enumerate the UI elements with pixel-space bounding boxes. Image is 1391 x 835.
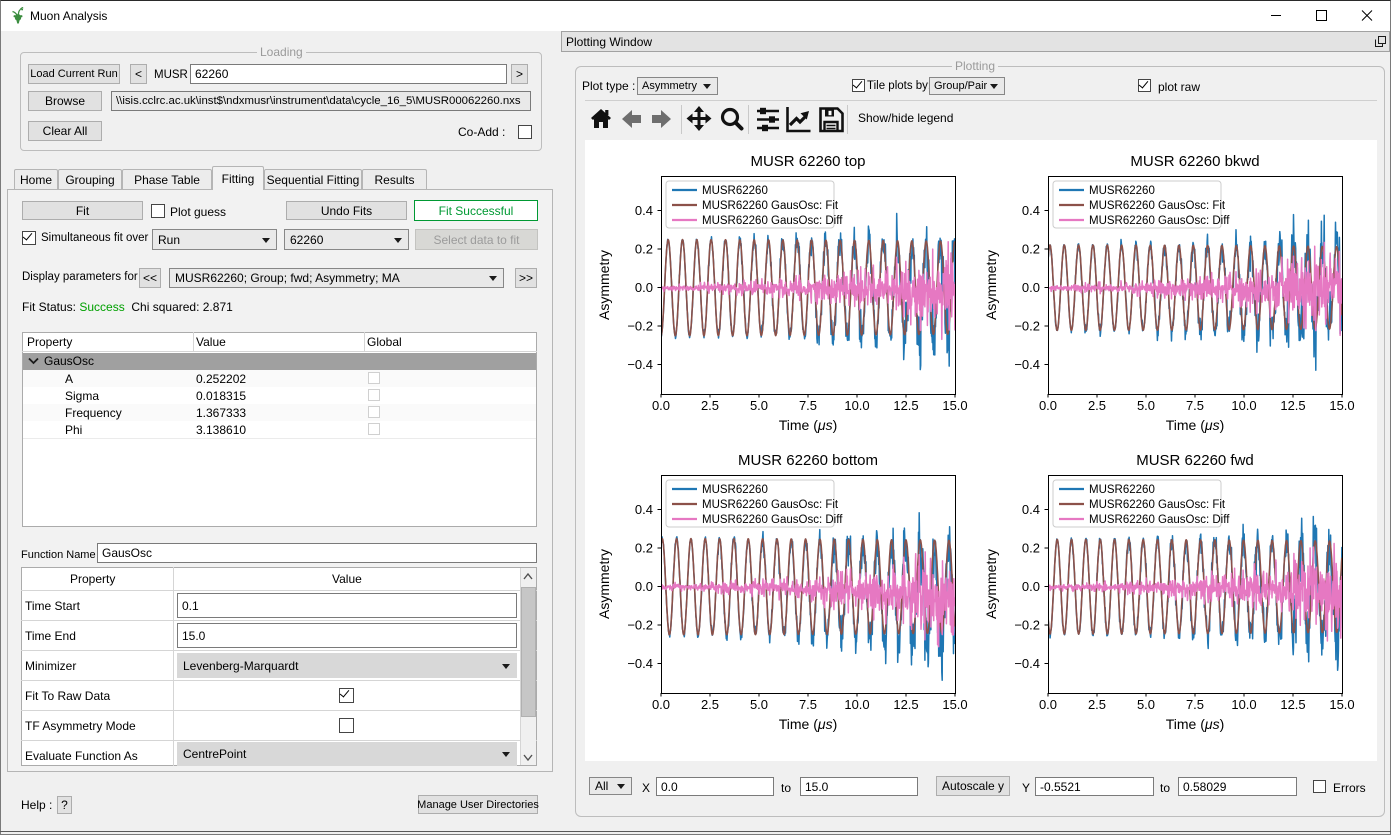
svg-text:−0.4: −0.4 [1014, 656, 1040, 671]
svg-text:0.0: 0.0 [1039, 398, 1057, 413]
svg-text:10.0: 10.0 [1231, 398, 1256, 413]
svg-text:MUSR62260 GausOsc: Fit: MUSR62260 GausOsc: Fit [1089, 499, 1226, 511]
svg-text:Time (μs): Time (μs) [1166, 716, 1225, 732]
svg-text:5.0: 5.0 [750, 697, 768, 712]
svg-text:2.5: 2.5 [1088, 697, 1106, 712]
svg-text:MUSR 62260 top: MUSR 62260 top [750, 153, 865, 170]
svg-text:0.0: 0.0 [1022, 579, 1040, 594]
svg-text:MUSR 62260 bottom: MUSR 62260 bottom [738, 452, 878, 469]
svg-text:0.2: 0.2 [635, 242, 653, 257]
svg-text:−0.2: −0.2 [627, 319, 653, 334]
svg-text:0.4: 0.4 [1022, 502, 1040, 517]
svg-text:0.2: 0.2 [1022, 541, 1040, 556]
svg-text:MUSR62260: MUSR62260 [702, 185, 768, 197]
svg-text:MUSR62260 GausOsc: Diff: MUSR62260 GausOsc: Diff [702, 215, 843, 227]
svg-text:0.0: 0.0 [635, 579, 653, 594]
svg-text:0.4: 0.4 [635, 203, 653, 218]
svg-text:15.0: 15.0 [942, 398, 967, 413]
svg-text:0.2: 0.2 [635, 541, 653, 556]
svg-text:15.0: 15.0 [1329, 398, 1354, 413]
svg-text:−0.4: −0.4 [1014, 357, 1040, 372]
svg-text:Asymmetry: Asymmetry [596, 250, 612, 320]
svg-text:−0.4: −0.4 [627, 656, 653, 671]
svg-text:12.5: 12.5 [893, 697, 918, 712]
svg-text:5.0: 5.0 [750, 398, 768, 413]
svg-text:MUSR62260 GausOsc: Fit: MUSR62260 GausOsc: Fit [702, 499, 839, 511]
svg-text:12.5: 12.5 [893, 398, 918, 413]
svg-text:MUSR62260: MUSR62260 [1089, 185, 1155, 197]
svg-text:MUSR62260: MUSR62260 [1089, 484, 1155, 496]
svg-text:0.0: 0.0 [1039, 697, 1057, 712]
svg-text:2.5: 2.5 [701, 398, 719, 413]
svg-text:Asymmetry: Asymmetry [983, 549, 999, 619]
svg-text:Time (μs): Time (μs) [779, 716, 838, 732]
svg-text:15.0: 15.0 [942, 697, 967, 712]
svg-text:MUSR62260 GausOsc: Fit: MUSR62260 GausOsc: Fit [702, 200, 839, 212]
svg-text:−0.2: −0.2 [1014, 319, 1040, 334]
svg-text:Time (μs): Time (μs) [1166, 417, 1225, 433]
svg-text:MUSR62260: MUSR62260 [702, 484, 768, 496]
svg-text:0.0: 0.0 [1022, 280, 1040, 295]
svg-text:0.0: 0.0 [635, 280, 653, 295]
svg-text:MUSR62260 GausOsc: Diff: MUSR62260 GausOsc: Diff [702, 514, 843, 526]
svg-text:MUSR 62260 bkwd: MUSR 62260 bkwd [1130, 153, 1259, 170]
svg-text:MUSR 62260 fwd: MUSR 62260 fwd [1136, 452, 1254, 469]
svg-text:7.5: 7.5 [1186, 398, 1204, 413]
svg-text:−0.2: −0.2 [1014, 618, 1040, 633]
svg-text:0.0: 0.0 [652, 697, 670, 712]
svg-text:5.0: 5.0 [1137, 697, 1155, 712]
svg-text:0.2: 0.2 [1022, 242, 1040, 257]
svg-text:7.5: 7.5 [799, 697, 817, 712]
svg-text:12.5: 12.5 [1280, 697, 1305, 712]
svg-text:−0.4: −0.4 [627, 357, 653, 372]
svg-text:7.5: 7.5 [799, 398, 817, 413]
svg-text:5.0: 5.0 [1137, 398, 1155, 413]
svg-text:10.0: 10.0 [1231, 697, 1256, 712]
svg-text:10.0: 10.0 [844, 398, 869, 413]
svg-text:MUSR62260 GausOsc: Diff: MUSR62260 GausOsc: Diff [1089, 215, 1230, 227]
svg-text:MUSR62260 GausOsc: Fit: MUSR62260 GausOsc: Fit [1089, 200, 1226, 212]
svg-text:−0.2: −0.2 [627, 618, 653, 633]
svg-text:0.4: 0.4 [1022, 203, 1040, 218]
svg-text:Time (μs): Time (μs) [779, 417, 838, 433]
svg-text:7.5: 7.5 [1186, 697, 1204, 712]
svg-text:Asymmetry: Asymmetry [596, 549, 612, 619]
svg-text:Asymmetry: Asymmetry [983, 250, 999, 320]
svg-text:0.4: 0.4 [635, 502, 653, 517]
svg-text:2.5: 2.5 [701, 697, 719, 712]
svg-text:12.5: 12.5 [1280, 398, 1305, 413]
svg-text:10.0: 10.0 [844, 697, 869, 712]
svg-text:15.0: 15.0 [1329, 697, 1354, 712]
svg-text:2.5: 2.5 [1088, 398, 1106, 413]
svg-text:0.0: 0.0 [652, 398, 670, 413]
svg-text:MUSR62260 GausOsc: Diff: MUSR62260 GausOsc: Diff [1089, 514, 1230, 526]
